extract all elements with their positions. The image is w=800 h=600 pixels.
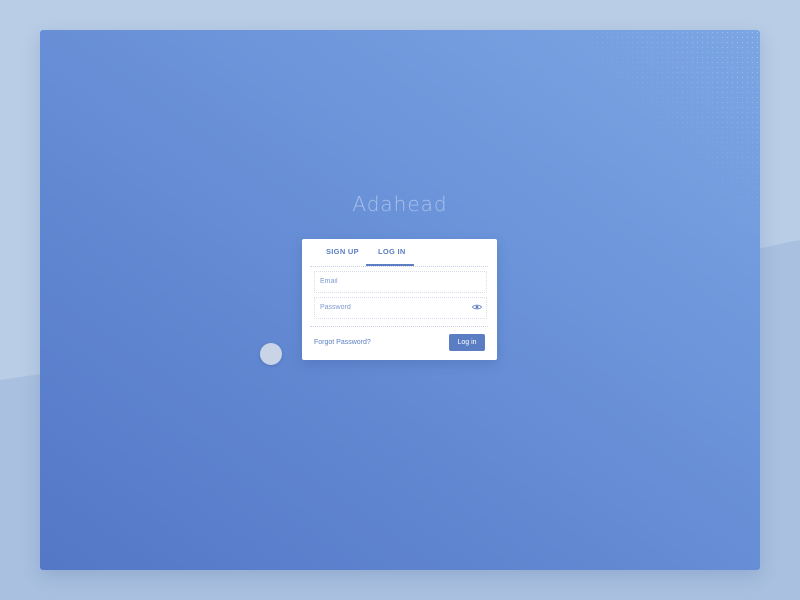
login-card: SIGN UP LOG IN Forgot Password? Log in [302, 239, 497, 360]
brand-logo: Adahead [352, 192, 448, 216]
login-screen: Adahead SIGN UP LOG IN Forgot Password? … [40, 30, 760, 570]
log-in-button[interactable]: Log in [449, 334, 485, 351]
divider [310, 266, 488, 267]
divider [310, 326, 488, 327]
auth-tabs: SIGN UP LOG IN [302, 239, 497, 266]
tab-log-in[interactable]: LOG IN [378, 247, 406, 256]
eye-icon[interactable] [472, 303, 482, 311]
dot-pattern [590, 30, 760, 250]
cursor-indicator [260, 343, 282, 365]
password-field-wrapper [314, 297, 487, 319]
email-field-wrapper [314, 271, 487, 293]
forgot-password-link[interactable]: Forgot Password? [314, 339, 371, 346]
tab-sign-up[interactable]: SIGN UP [326, 247, 359, 256]
email-input[interactable] [320, 274, 470, 288]
password-input[interactable] [320, 300, 470, 314]
